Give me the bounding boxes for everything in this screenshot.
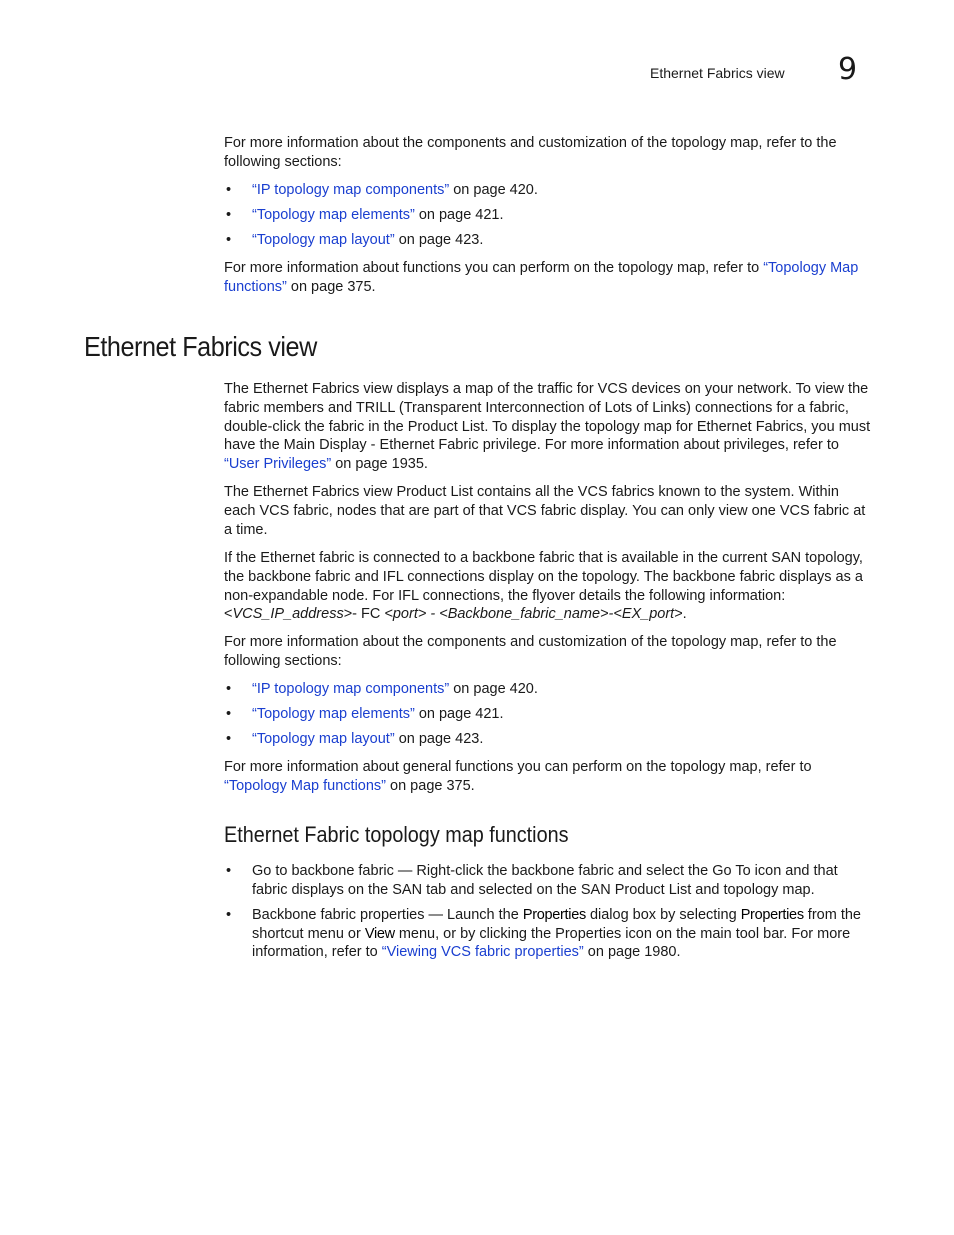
bullet-icon: • <box>226 231 232 248</box>
list-item: • “Topology map elements” on page 421. <box>226 705 504 722</box>
bullet-icon: • <box>226 730 232 747</box>
link-viewing-vcs-fabric-properties[interactable]: “Viewing VCS fabric properties” <box>382 944 584 960</box>
bullet-icon: • <box>226 705 232 722</box>
intro-link-list: • “IP topology map components” on page 42… <box>224 181 872 256</box>
list-item: • “Topology map elements” on page 421. <box>226 206 504 223</box>
list-item-backbone-properties: • Backbone fabric properties — Launch the… <box>226 906 861 961</box>
link-topology-map-layout[interactable]: “Topology map layout” <box>252 232 395 248</box>
running-header-title: Ethernet Fabrics view <box>650 65 785 81</box>
list-item: • “Topology map layout” on page 423. <box>226 730 484 747</box>
list-item: • “IP topology map components” on page 42… <box>226 182 538 198</box>
link-topology-map-elements[interactable]: “Topology map elements” <box>252 706 415 722</box>
list-item-go-to-backbone: • Go to backbone fabric — Right-click the… <box>226 863 838 898</box>
list-item: • “Topology map layout” on page 423. <box>226 231 484 248</box>
subsection-heading: Ethernet Fabric topology map functions <box>224 822 569 847</box>
functions-list: • Go to backbone fabric — Right-click the… <box>224 862 872 968</box>
link-topology-map-functions[interactable]: “Topology Map functions” <box>224 778 386 794</box>
chapter-number: 9 <box>838 52 858 87</box>
bullet-icon: • <box>226 206 232 223</box>
section-paragraph-2: The Ethernet Fabrics view Product List c… <box>224 484 866 538</box>
link-ip-topology-map-components[interactable]: “IP topology map components” <box>252 182 449 198</box>
ui-term-properties: Properties <box>740 906 804 923</box>
section-paragraph-1: The Ethernet Fabrics view displays a map… <box>224 381 871 473</box>
bullet-icon: • <box>226 906 232 923</box>
link-ip-topology-map-components[interactable]: “IP topology map components” <box>252 681 449 697</box>
link-topology-map-layout[interactable]: “Topology map layout” <box>252 731 395 747</box>
link-user-privileges[interactable]: “User Privileges” <box>224 456 331 472</box>
list-item: • “IP topology map components” on page 42… <box>226 681 538 697</box>
section-paragraph-3: If the Ethernet fabric is connected to a… <box>224 550 863 623</box>
section-paragraph-5: For more information about general funct… <box>224 759 812 794</box>
ui-term-properties: Properties <box>522 906 586 923</box>
intro-functions-paragraph: For more information about functions you… <box>224 260 859 295</box>
bullet-icon: • <box>226 182 232 198</box>
bullet-icon: • <box>226 681 232 697</box>
intro-paragraph: For more information about the component… <box>224 135 837 170</box>
section-heading: Ethernet Fabrics view <box>84 331 317 362</box>
section-link-list: • “IP topology map components” on page 42… <box>224 680 872 755</box>
section-paragraph-4: For more information about the component… <box>224 634 837 669</box>
bullet-icon: • <box>226 863 232 879</box>
ui-term-view: View <box>364 925 395 942</box>
link-topology-map-elements[interactable]: “Topology map elements” <box>252 207 415 223</box>
